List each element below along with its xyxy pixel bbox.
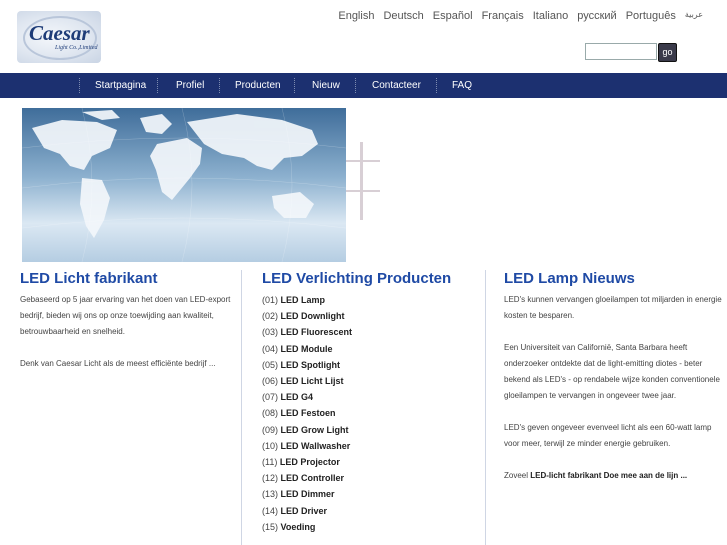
product-item[interactable]: (06) LED Licht Lijst <box>262 373 487 389</box>
col1-paragraph-1: Gebaseerd op 5 jaar ervaring van het doe… <box>20 295 231 336</box>
column-divider <box>485 270 486 545</box>
lang-italiano[interactable]: Italiano <box>533 10 568 22</box>
column-news: LED Lamp Nieuws LED's kunnen vervangen g… <box>504 270 722 484</box>
banner-decoration <box>346 142 380 220</box>
col2-title[interactable]: LED Verlichting Producten <box>262 270 487 292</box>
nav-contacteer[interactable]: Contacteer <box>372 73 421 98</box>
logo-sub: Light Co.,Limited <box>55 45 98 51</box>
product-item[interactable]: (02) LED Downlight <box>262 308 487 324</box>
nav-separator <box>355 78 356 93</box>
product-item[interactable]: (14) LED Driver <box>262 503 487 519</box>
search-input[interactable] <box>585 43 657 60</box>
col3-paragraph-1: LED's kunnen vervangen gloeilampen tot m… <box>504 295 722 320</box>
product-item[interactable]: (01) LED Lamp <box>262 292 487 308</box>
lang-espanol[interactable]: Español <box>433 10 473 22</box>
world-map-banner <box>22 108 346 262</box>
language-selector: English Deutsch Español Français Italian… <box>338 10 703 22</box>
col3-paragraph-3: LED's geven ongeveer evenveel licht als … <box>504 423 712 448</box>
product-item[interactable]: (10) LED Wallwasher <box>262 438 487 454</box>
lang-russian[interactable]: русский <box>577 10 616 22</box>
product-item[interactable]: (13) LED Dimmer <box>262 486 487 502</box>
product-item[interactable]: (04) LED Module <box>262 341 487 357</box>
col1-title[interactable]: LED Licht fabrikant <box>20 270 242 292</box>
product-item[interactable]: (11) LED Projector <box>262 454 487 470</box>
column-manufacturer: LED Licht fabrikant Gebaseerd op 5 jaar … <box>20 270 242 372</box>
column-products: LED Verlichting Producten (01) LED Lamp … <box>262 270 487 535</box>
col3-title[interactable]: LED Lamp Nieuws <box>504 270 722 292</box>
product-item[interactable]: (07) LED G4 <box>262 389 487 405</box>
nav-nieuw[interactable]: Nieuw <box>312 73 340 98</box>
company-logo[interactable]: Caesar Light Co.,Limited <box>17 11 101 63</box>
product-item[interactable]: (09) LED Grow Light <box>262 422 487 438</box>
product-item[interactable]: (12) LED Controller <box>262 470 487 486</box>
product-item[interactable]: (03) LED Fluorescent <box>262 324 487 340</box>
lang-english[interactable]: English <box>338 10 374 22</box>
read-more-link[interactable]: LED-licht fabrikant Doe mee aan de lijn … <box>530 471 687 480</box>
col3-paragraph-2: Een Universiteit van Californië, Santa B… <box>504 343 720 400</box>
logo-name: Caesar <box>29 21 90 45</box>
nav-separator <box>436 78 437 93</box>
world-map-image <box>22 108 346 262</box>
lang-portugues[interactable]: Português <box>626 10 676 22</box>
nav-faq[interactable]: FAQ <box>452 73 472 98</box>
lang-arabic[interactable]: عربية <box>685 10 703 22</box>
col3-paragraph-4: Zoveel LED-licht fabrikant Doe mee aan d… <box>504 471 688 480</box>
nav-profiel[interactable]: Profiel <box>176 73 204 98</box>
product-item[interactable]: (08) LED Festoen <box>262 405 487 421</box>
search-go-button[interactable]: go <box>658 43 677 62</box>
lang-francais[interactable]: Français <box>482 10 524 22</box>
main-nav: Startpagina Profiel Producten Nieuw Cont… <box>0 73 727 98</box>
lang-deutsch[interactable]: Deutsch <box>383 10 423 22</box>
nav-separator <box>157 78 158 93</box>
column-divider <box>241 270 242 545</box>
product-item[interactable]: (05) LED Spotlight <box>262 357 487 373</box>
nav-separator <box>79 78 80 93</box>
nav-producten[interactable]: Producten <box>235 73 281 98</box>
product-list: (01) LED Lamp (02) LED Downlight (03) LE… <box>262 292 487 535</box>
product-item[interactable]: (15) Voeding <box>262 519 487 535</box>
nav-separator <box>219 78 220 93</box>
col1-paragraph-2: Denk van Caesar Licht als de meest effic… <box>20 359 216 368</box>
nav-startpagina[interactable]: Startpagina <box>95 73 146 98</box>
nav-separator <box>294 78 295 93</box>
